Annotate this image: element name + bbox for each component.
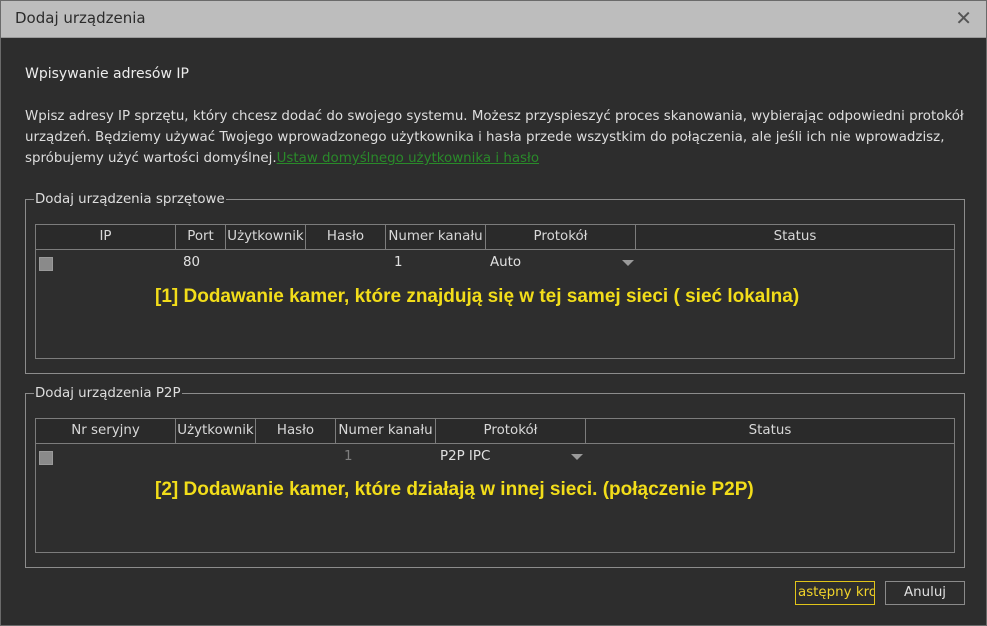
column-header-status[interactable]: Status	[586, 419, 954, 443]
title-bar: Dodaj urządzenia ✕	[1, 1, 986, 38]
hardware-group-legend: Dodaj urządzenia sprzętowe	[35, 192, 225, 207]
protocol-select[interactable]: Auto	[490, 255, 521, 270]
channel-value[interactable]: 1	[394, 255, 403, 270]
column-header-user[interactable]: Użytkownik	[226, 225, 306, 249]
next-step-button[interactable]: astępny kro	[795, 581, 875, 605]
protocol-select[interactable]: P2P IPC	[440, 449, 490, 464]
p2p-group-legend: Dodaj urządzenia P2P	[35, 386, 181, 401]
chevron-down-icon[interactable]	[622, 260, 634, 266]
column-header-status[interactable]: Status	[636, 225, 954, 249]
port-value[interactable]: 80	[183, 255, 200, 270]
section-title: Wpisywanie adresów IP	[25, 66, 189, 82]
column-header-password[interactable]: Hasło	[306, 225, 386, 249]
add-devices-dialog: Dodaj urządzenia ✕ Wpisywanie adresów IP…	[0, 0, 987, 626]
row-checkbox[interactable]	[39, 451, 53, 465]
column-header-port[interactable]: Port	[176, 225, 226, 249]
column-header-user[interactable]: Użytkownik	[176, 419, 256, 443]
column-header-serial[interactable]: Nr seryjny	[36, 419, 176, 443]
column-header-channel[interactable]: Numer kanału	[386, 225, 486, 249]
cancel-button[interactable]: Anuluj	[885, 581, 965, 605]
dialog-title: Dodaj urządzenia	[15, 9, 146, 27]
channel-value[interactable]: 1	[344, 449, 353, 464]
description: Wpisz adresy IP sprzętu, który chcesz do…	[25, 106, 965, 169]
close-icon[interactable]: ✕	[955, 6, 972, 30]
row-checkbox[interactable]	[39, 257, 53, 271]
set-default-credentials-link[interactable]: Ustaw domyślnego użytkownika i hasło	[277, 151, 539, 166]
column-header-protocol[interactable]: Protokół	[436, 419, 586, 443]
annotation-p2p-network: [2] Dodawanie kamer, które działają w in…	[155, 479, 754, 500]
column-header-protocol[interactable]: Protokół	[486, 225, 636, 249]
column-header-ip[interactable]: IP	[36, 225, 176, 249]
table-row: 1 P2P IPC	[36, 444, 954, 470]
table-header: IP Port Użytkownik Hasło Numer kanału Pr…	[36, 225, 954, 250]
table-row: 80 1 Auto	[36, 250, 954, 276]
chevron-down-icon[interactable]	[571, 454, 583, 460]
annotation-local-network: [1] Dodawanie kamer, które znajdują się …	[155, 286, 800, 307]
table-header: Nr seryjny Użytkownik Hasło Numer kanału…	[36, 419, 954, 444]
column-header-password[interactable]: Hasło	[256, 419, 336, 443]
column-header-channel[interactable]: Numer kanału	[336, 419, 436, 443]
